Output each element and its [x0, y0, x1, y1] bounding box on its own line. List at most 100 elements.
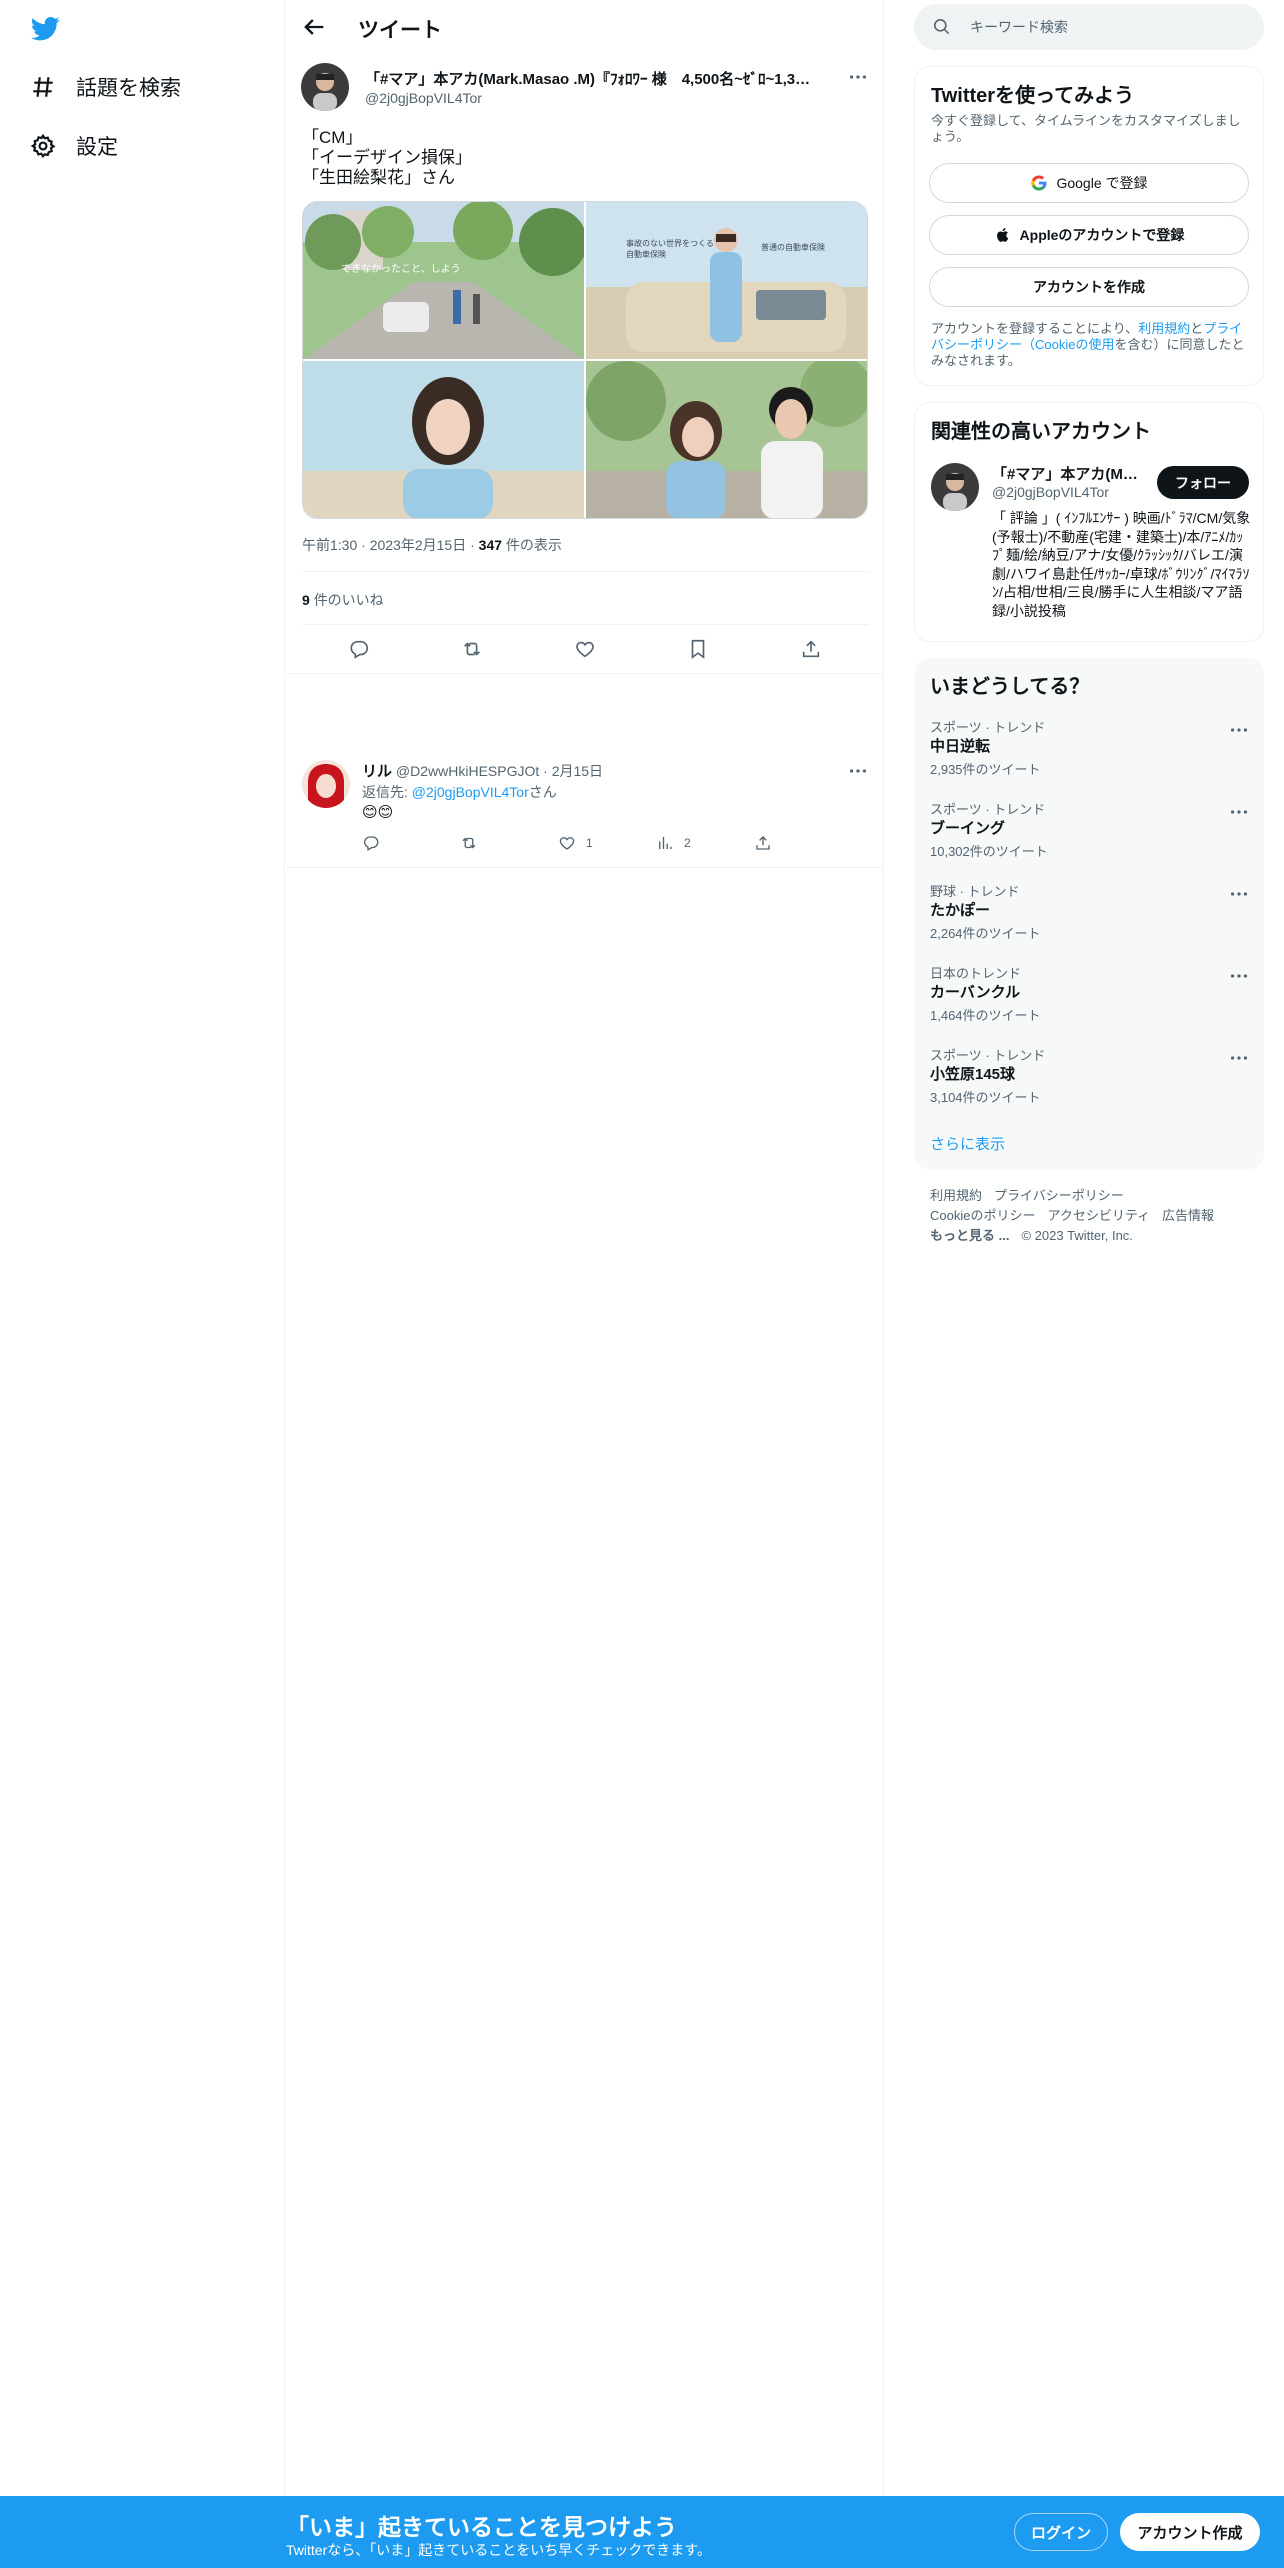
trend-item[interactable]: スポーツ · トレンド ブーイング 10,302件のツイート [914, 799, 1264, 881]
apple-signup-label: Appleのアカウントで登録 [1019, 227, 1185, 243]
footer-accessibility-link[interactable]: アクセシビリティ [1047, 1208, 1150, 1223]
related-account-name[interactable]: 「#マア」本アカ(Ma... [992, 463, 1142, 484]
legal-pre: アカウントを登録することにより、 [931, 321, 1139, 336]
tweet-image-4[interactable] [586, 361, 867, 518]
tweet-image-2[interactable]: 事故のない世界をつくる 自動車保険 普通の自動車保険 [586, 202, 867, 359]
tweet-time[interactable]: 午前1:30 [302, 537, 357, 553]
footer-more-link[interactable]: もっと見る ... [930, 1228, 1009, 1243]
trend-name: たかぽー [930, 902, 991, 919]
nav-settings[interactable]: 設定 [30, 131, 118, 161]
tweet-image-3[interactable] [303, 361, 584, 518]
twitter-bird-icon[interactable] [28, 14, 62, 44]
tweet-action-bar [302, 629, 868, 669]
create-account-button[interactable]: アカウントを作成 [929, 267, 1249, 307]
related-accounts-card: 関連性の高いアカウント 「#マア」本アカ(Ma... @2j0gjBopVIL4… [914, 402, 1264, 642]
reply-tweet[interactable]: リル @D2wwHkiHESPGJOt · 2月15日 返信先: @2j0gjB… [286, 752, 884, 868]
like-heart-icon[interactable] [574, 638, 596, 660]
more-options-icon[interactable] [1228, 883, 1250, 905]
apple-signup-button[interactable]: Appleのアカウントで登録 [929, 215, 1249, 255]
back-arrow-icon[interactable] [300, 13, 328, 41]
divider [302, 571, 868, 572]
gear-icon [30, 133, 56, 159]
trend-item[interactable]: 野球 · トレンド たかぽー 2,264件のツイート [914, 881, 1264, 963]
page-header: ツイート [286, 0, 884, 54]
reply-author-handle[interactable]: @D2wwHkiHESPGJOt [396, 763, 539, 779]
trend-item[interactable]: スポーツ · トレンド 小笠原145球 3,104件のツイート [914, 1045, 1264, 1127]
more-options-icon[interactable] [1228, 1047, 1250, 1069]
reply-reply-button[interactable] [362, 834, 390, 852]
bottom-bar-title: 「いま」起きていることを見つけよう [286, 2514, 677, 2540]
trend-item[interactable]: スポーツ · トレンド 中日逆転 2,935件のツイート [914, 717, 1264, 799]
google-signup-label: Google で登録 [1056, 175, 1148, 191]
bottom-signup-bar: 「いま」起きていることを見つけよう Twitterなら、「いま」起きていることを… [0, 2496, 1284, 2568]
signup-card: Twitterを使ってみよう 今すぐ登録して、タイムラインをカスタマイズしましょ… [914, 66, 1264, 386]
tweet-timestamp: 午前1:30 · 2023年2月15日 · 347 件の表示 [302, 537, 562, 553]
author-name[interactable]: 「#マア」本アカ(Mark.Masao .M)『ﾌｫﾛﾜｰ 様 4,500名~ｾ… [365, 68, 815, 89]
footer-cookies-link[interactable]: Cookieのポリシー [930, 1208, 1035, 1223]
login-button[interactable]: ログイン [1014, 2513, 1108, 2551]
likes-summary[interactable]: 9 件のいいね [302, 590, 384, 610]
reply-like-count: 1 [586, 836, 593, 850]
reply-views-count: 2 [684, 836, 691, 850]
author-avatar[interactable] [301, 63, 349, 111]
search-icon [933, 18, 950, 35]
reply-views-button[interactable]: 2 [656, 834, 691, 852]
related-account-handle[interactable]: @2j0gjBopVIL4Tor [992, 484, 1109, 500]
trend-count: 1,464件のツイート [930, 1008, 1041, 1023]
more-options-icon[interactable] [1228, 965, 1250, 987]
trend-category: スポーツ · トレンド [930, 802, 1046, 817]
follow-button[interactable]: フォロー [1157, 466, 1249, 499]
reply-author-name[interactable]: リル [362, 763, 392, 780]
signup-button[interactable]: アカウント作成 [1120, 2513, 1260, 2551]
trend-count: 10,302件のツイート [930, 844, 1048, 859]
trend-count: 2,935件のツイート [930, 762, 1041, 777]
page-title: ツイート [358, 19, 442, 42]
tweet-image-1[interactable]: できなかったこと、しよう [303, 202, 584, 359]
tweet-text: 「CM」 「イーデザイン損保」 「生田絵梨花」さん [302, 128, 472, 188]
author-handle[interactable]: @2j0gjBopVIL4Tor [365, 90, 482, 106]
footer-copyright: © 2023 Twitter, Inc. [1021, 1228, 1133, 1243]
analytics-bars-icon [659, 837, 672, 849]
trend-count: 3,104件のツイート [930, 1090, 1041, 1105]
footer-privacy-link[interactable]: プライバシーポリシー [994, 1188, 1124, 1203]
more-options-icon[interactable] [847, 66, 869, 88]
reply-to-link[interactable]: @2j0gjBopVIL4Tor [412, 784, 529, 800]
trends-title: いまどうしてる？ [930, 676, 1090, 698]
nav-explore[interactable]: 話題を検索 [30, 72, 181, 102]
reply-action-bar: 1 2 [362, 834, 782, 860]
image-caption: 事故のない世界をつくる 自動車保険 [626, 239, 714, 259]
bookmark-icon[interactable] [687, 638, 709, 660]
retweet-icon[interactable] [461, 638, 483, 660]
reply-avatar[interactable] [302, 760, 350, 808]
more-options-icon[interactable] [847, 760, 869, 782]
show-more-trends-link[interactable]: さらに表示 [930, 1133, 1005, 1154]
footer-ads-link[interactable]: 広告情報 [1162, 1208, 1214, 1223]
google-signup-button[interactable]: Google で登録 [929, 163, 1249, 203]
views-count: 347 [478, 537, 503, 553]
search-input[interactable] [970, 4, 1250, 50]
reply-date[interactable]: 2月15日 [552, 763, 603, 779]
more-options-icon[interactable] [1228, 801, 1250, 823]
bottom-bar-subtitle: Twitterなら、「いま」起きていることをいち早くチェックできます。 [286, 2542, 711, 2558]
reply-icon[interactable] [348, 638, 370, 660]
nav-settings-label: 設定 [76, 136, 118, 159]
related-account-avatar[interactable] [931, 463, 979, 511]
retweet-icon [462, 837, 476, 849]
footer-terms-link[interactable]: 利用規約 [930, 1188, 982, 1203]
reply-share-button[interactable] [754, 834, 782, 852]
terms-link[interactable]: 利用規約 [1138, 321, 1190, 336]
more-options-icon[interactable] [1228, 719, 1250, 741]
apple-logo-icon [996, 227, 1008, 242]
likes-count: 9 [302, 592, 310, 608]
image-caption: 普通の自動車保険 [761, 243, 825, 252]
search-box[interactable] [914, 4, 1264, 50]
divider [302, 624, 868, 625]
reply-like-button[interactable]: 1 [558, 834, 593, 852]
signup-legal: アカウントを登録することにより、利用規約とプライバシーポリシー（Cookieの使… [931, 321, 1251, 369]
share-icon[interactable] [800, 638, 822, 660]
reply-retweet-button[interactable] [460, 834, 488, 852]
trend-item[interactable]: 日本のトレンド カーバンクル 1,464件のツイート [914, 963, 1264, 1045]
reply-to-line: 返信先: @2j0gjBopVIL4Torさん [362, 782, 557, 802]
tweet-date[interactable]: 2023年2月15日 [370, 537, 467, 553]
share-icon [756, 836, 770, 850]
